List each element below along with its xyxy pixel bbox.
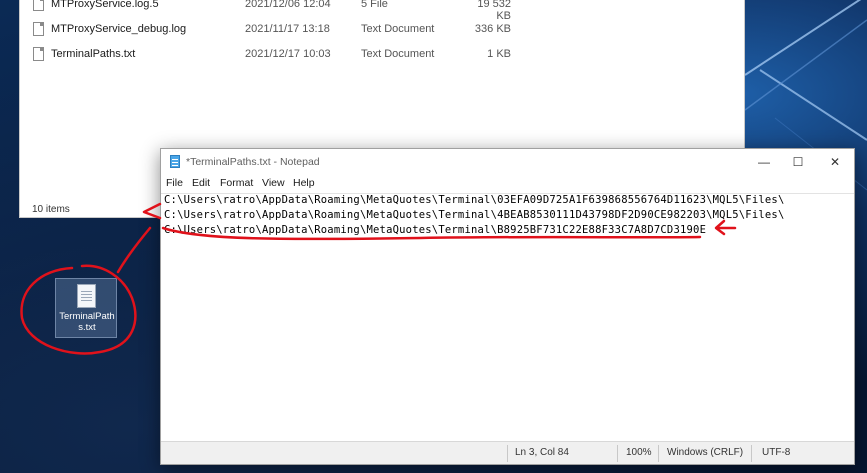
encoding: UTF-8 [762,447,791,458]
window-title: *TerminalPaths.txt - Notepad [186,156,320,168]
line-ending: Windows (CRLF) [667,447,744,458]
file-date: 2021/11/17 13:18 [245,23,330,35]
menu-bar: File Edit Format View Help [161,175,854,193]
file-row[interactable]: MTProxyService_debug.log 2021/11/17 13:1… [20,17,720,42]
file-name: MTProxyService.log.5 [51,0,159,10]
menu-file[interactable]: File [166,177,183,189]
title-bar[interactable]: *TerminalPaths.txt - Notepad — ☐ ✕ [161,149,854,175]
file-size: 336 KB [474,23,511,35]
maximize-button[interactable]: ☐ [779,149,817,175]
menu-edit[interactable]: Edit [192,177,210,189]
menu-view[interactable]: View [262,177,285,189]
menu-help[interactable]: Help [293,177,315,189]
file-date: 2021/12/17 10:03 [245,48,331,60]
minimize-button[interactable]: — [745,149,783,175]
file-date: 2021/12/06 12:04 [245,0,331,10]
file-icon [33,0,44,11]
file-row[interactable]: MTProxyService.log.5 2021/12/06 12:04 5 … [20,0,720,22]
file-size: 1 KB [487,48,511,60]
desktop-file-icon[interactable]: TerminalPaths.txt [55,278,117,338]
text-line: C:\Users\ratro\AppData\Roaming\MetaQuote… [164,209,785,221]
notepad-icon [170,155,180,168]
file-type: Text Document [361,48,435,60]
text-line: C:\Users\ratro\AppData\Roaming\MetaQuote… [164,224,707,236]
notepad-window: *TerminalPaths.txt - Notepad — ☐ ✕ File … [160,148,855,465]
file-name: MTProxyService_debug.log [51,23,187,35]
close-button[interactable]: ✕ [816,149,854,175]
file-icon [33,22,44,36]
text-editor[interactable]: C:\Users\ratro\AppData\Roaming\MetaQuote… [161,193,854,442]
desktop-file-label: TerminalPaths.txt [59,311,115,333]
file-icon [33,47,44,61]
file-name: TerminalPaths.txt [51,48,136,60]
item-count: 10 items [32,204,70,215]
file-type: 5 File [361,0,388,10]
cursor-position: Ln 3, Col 84 [515,447,569,458]
text-file-icon [77,284,96,308]
menu-format[interactable]: Format [220,177,253,189]
text-line: C:\Users\ratro\AppData\Roaming\MetaQuote… [164,194,785,206]
zoom-level: 100% [626,447,652,458]
file-type: Text Document [361,23,435,35]
file-row[interactable]: TerminalPaths.txt 2021/12/17 10:03 Text … [20,42,720,67]
status-bar: Ln 3, Col 84 100% Windows (CRLF) UTF-8 [161,441,854,464]
